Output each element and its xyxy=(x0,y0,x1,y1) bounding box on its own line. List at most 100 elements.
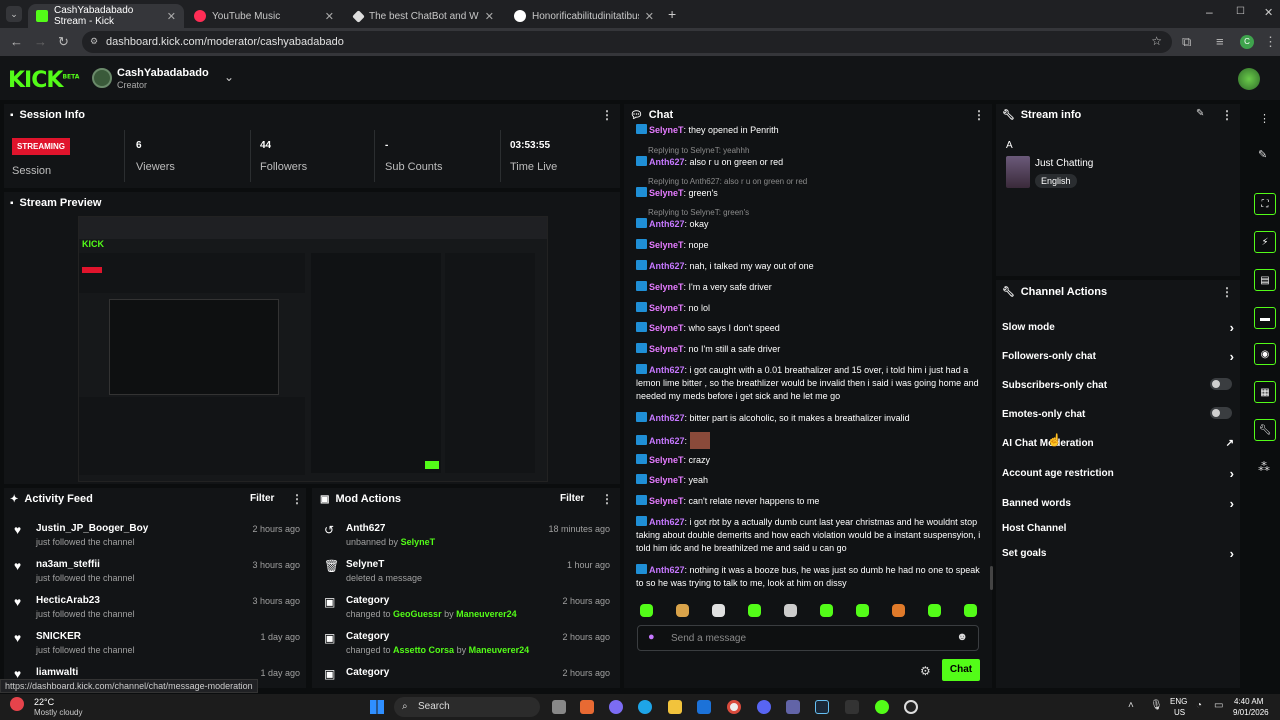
chat-message[interactable]: SelyneT: no lol xyxy=(636,302,982,315)
stream-preview-video[interactable]: KICK xyxy=(78,216,548,482)
chat-username[interactable]: SelyneT xyxy=(649,323,684,333)
external-link-icon[interactable]: ↗ xyxy=(1226,438,1234,449)
edit-icon[interactable]: ✎ xyxy=(1196,108,1204,119)
rail-apps-icon[interactable]: ⁂ xyxy=(1258,460,1270,474)
chat-message[interactable]: SelyneT: can't relate never happens to m… xyxy=(636,495,982,508)
chat-username[interactable]: SelyneT xyxy=(649,282,684,292)
channel-action-item[interactable]: Account age restriction › xyxy=(1002,466,1234,482)
tab-kick[interactable]: CashYabadabado Stream - Kick ✕ xyxy=(28,4,184,28)
close-tab-icon[interactable]: ✕ xyxy=(645,10,654,23)
chat-input[interactable]: ● Send a message ☻ xyxy=(637,625,979,651)
chevron-right-icon[interactable]: › xyxy=(1230,320,1234,335)
emote-icon[interactable] xyxy=(676,604,689,617)
chat-username[interactable]: SelyneT xyxy=(649,344,684,354)
chat-message[interactable]: Anth627: bitter part is alcoholic, so it… xyxy=(636,412,982,425)
category-name[interactable]: Just Chatting xyxy=(1035,158,1093,169)
chat-message[interactable]: SelyneT: I'm a very safe driver xyxy=(636,281,982,294)
chat-username[interactable]: SelyneT xyxy=(649,303,684,313)
chat-settings-icon[interactable]: ⚙ xyxy=(920,664,931,678)
discord-icon[interactable] xyxy=(757,700,771,714)
activity-user[interactable]: Justin_JP_Booger_Boy xyxy=(36,523,148,534)
clock-time[interactable]: 4:40 AM xyxy=(1234,697,1263,706)
emote-icon[interactable] xyxy=(748,604,761,617)
activity-user[interactable]: liamwalti xyxy=(36,667,78,678)
close-tab-icon[interactable]: ✕ xyxy=(325,10,334,23)
chat-username[interactable]: SelyneT xyxy=(649,496,684,506)
chevron-right-icon[interactable]: › xyxy=(1230,466,1234,481)
channel-action-item[interactable]: Subscribers-only chat xyxy=(1002,378,1234,394)
kick-logo[interactable]: KICKBETA xyxy=(8,68,79,93)
chat-username[interactable]: Anth627 xyxy=(649,517,685,527)
stream-info-menu-icon[interactable]: ⋮ xyxy=(1221,108,1233,122)
bookmark-star-icon[interactable]: ☆ xyxy=(1151,34,1162,48)
back-icon[interactable]: ← xyxy=(10,34,23,49)
chat-username[interactable]: Anth627 xyxy=(649,157,685,167)
emote-icon[interactable] xyxy=(784,604,797,617)
channel-action-item[interactable]: AI Chat Moderation ↗ xyxy=(1002,438,1234,452)
rail-tools-button[interactable]: 🔧︎ xyxy=(1254,419,1276,441)
desc-user[interactable]: Maneuverer24 xyxy=(456,609,517,619)
mod-action-item[interactable]: ▣ Category 2 hours ago xyxy=(324,664,610,694)
chat-username[interactable]: Anth627 xyxy=(649,413,685,423)
chrome-icon[interactable] xyxy=(727,700,741,714)
chat-message[interactable]: SelyneT: they opened in Penrith xyxy=(636,124,982,135)
channel-action-item[interactable]: Emotes-only chat xyxy=(1002,407,1234,423)
desc-user[interactable]: Assetto Corsa xyxy=(393,645,454,655)
emote-icon[interactable] xyxy=(712,604,725,617)
tab-chatbot[interactable]: The best ChatBot and Widgets ✕ xyxy=(346,4,502,28)
taskbar-search[interactable]: ⌕ Search xyxy=(394,697,540,717)
activity-item[interactable]: ♥ SNICKER just followed the channel 1 day a… xyxy=(14,628,300,658)
extensions-icon[interactable]: ⧉ xyxy=(1182,34,1191,50)
chat-menu-icon[interactable]: ⋮ xyxy=(973,108,985,122)
chat-username[interactable]: SelyneT xyxy=(649,475,684,485)
site-info-icon[interactable]: ⚙ xyxy=(90,36,98,47)
chat-message[interactable]: SelyneT: yeah xyxy=(636,474,982,487)
store-icon[interactable] xyxy=(580,700,594,714)
channel-action-item[interactable]: Banned words › xyxy=(1002,496,1234,512)
battery-icon[interactable]: ▭ xyxy=(1214,700,1223,711)
new-tab-icon[interactable]: + xyxy=(668,6,676,22)
explorer-icon[interactable] xyxy=(668,700,682,714)
chat-username[interactable]: SelyneT xyxy=(649,125,684,135)
mod-filter-button[interactable]: Filter xyxy=(560,493,584,504)
chat-username[interactable]: Anth627 xyxy=(649,565,685,575)
emote-icon[interactable] xyxy=(820,604,833,617)
emote-icon[interactable] xyxy=(928,604,941,617)
chat-message[interactable]: Anth627: xyxy=(636,432,982,449)
chat-message[interactable]: Anth627: i got caught with a 0.01 breath… xyxy=(636,364,982,403)
channel-actions-menu-icon[interactable]: ⋮ xyxy=(1221,285,1233,299)
user-avatar[interactable] xyxy=(1238,68,1260,90)
chat-send-button[interactable]: Chat xyxy=(942,659,980,681)
chat-message[interactable]: SelyneT: nope xyxy=(636,239,982,252)
mic-tray-icon[interactable]: 🎙︎ xyxy=(1150,700,1163,711)
chat-username[interactable]: SelyneT xyxy=(649,188,684,198)
terminal-icon[interactable] xyxy=(845,700,859,714)
weather-temp[interactable]: 22°C xyxy=(34,697,54,707)
rail-broadcast-button[interactable]: ◉ xyxy=(1254,343,1276,365)
tray-chevron-icon[interactable]: ˄ xyxy=(1128,700,1134,711)
channel-switcher-chevron-icon[interactable]: ⌄ xyxy=(224,70,234,84)
chat-username[interactable]: Anth627 xyxy=(649,261,685,271)
mail-icon[interactable] xyxy=(697,700,711,714)
chat-message[interactable]: SelyneT: who says I don't speed xyxy=(636,322,982,335)
chat-message[interactable]: SelyneT: green's xyxy=(636,187,982,200)
chat-message[interactable]: SelyneT: no I'm still a safe driver xyxy=(636,343,982,356)
chat-message[interactable]: Anth627: nothing it was a booze bus, he … xyxy=(636,564,982,590)
desc-user[interactable]: GeoGuessr xyxy=(393,609,442,619)
profile-avatar[interactable]: C xyxy=(1240,35,1254,49)
toggle-switch[interactable] xyxy=(1210,378,1232,390)
chat-message[interactable]: Anth627: nah, i talked my way out of one xyxy=(636,260,982,273)
copilot-icon[interactable] xyxy=(609,700,623,714)
activity-menu-icon[interactable]: ⋮ xyxy=(291,492,303,506)
toggle-switch[interactable] xyxy=(1210,407,1232,419)
tab-youtube-music[interactable]: YouTube Music ✕ xyxy=(186,4,342,28)
url-field[interactable]: ⚙ dashboard.kick.com/moderator/cashyabada… xyxy=(82,31,1172,53)
desc-user[interactable]: Maneuverer24 xyxy=(469,645,530,655)
chat-username[interactable]: SelyneT xyxy=(649,240,684,250)
chat-scrollbar[interactable] xyxy=(990,566,993,590)
session-menu-icon[interactable]: ⋮ xyxy=(601,108,613,122)
chat-username[interactable]: Anth627 xyxy=(649,436,685,446)
channel-action-item[interactable]: Slow mode › xyxy=(1002,320,1234,336)
activity-filter-button[interactable]: Filter xyxy=(250,493,274,504)
tab-search-icon[interactable]: ⌄ xyxy=(6,6,22,22)
